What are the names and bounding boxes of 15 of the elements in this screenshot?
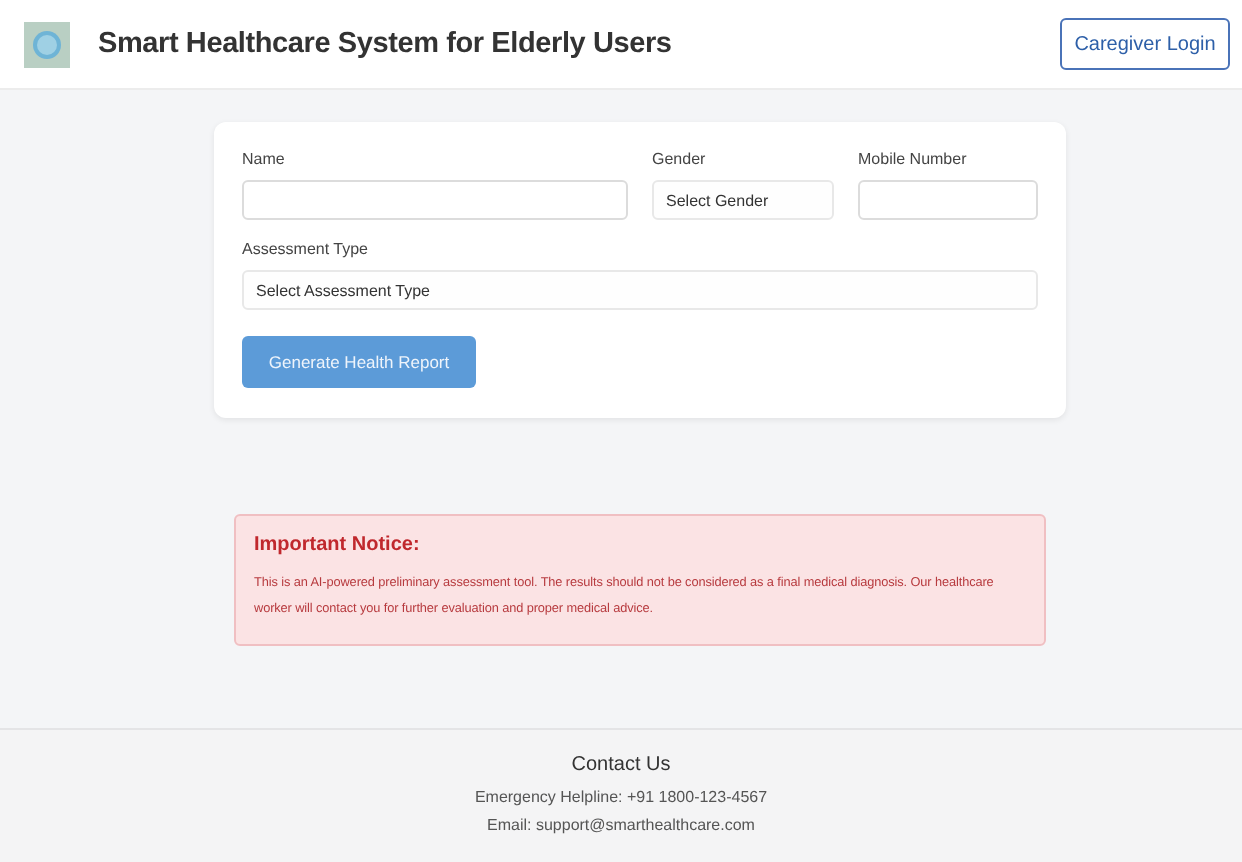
select-field[interactable]: Select Assessment Type — [242, 270, 1038, 310]
globe-icon — [24, 21, 70, 67]
select-field[interactable]: Select Gender — [652, 180, 834, 220]
input-field[interactable] — [242, 180, 628, 220]
notice-title: Important Notice: — [254, 534, 422, 556]
field-label: Assessment Type — [242, 240, 370, 258]
input-field[interactable] — [858, 180, 1038, 220]
footer-title: Contact Us — [571, 754, 671, 776]
field-label: Mobile Number — [858, 150, 969, 168]
app-title: Smart Healthcare System for Elderly Users — [98, 28, 674, 60]
field-label: Name — [242, 150, 287, 168]
field-label: Gender — [652, 150, 708, 168]
caregiver-login-button[interactable]: Caregiver Login — [1060, 18, 1230, 70]
contact-text: Email: support@smarthealthcare.com — [487, 816, 755, 834]
contact-text: Emergency Helpline: +91 1800-123-4567 — [474, 788, 768, 806]
